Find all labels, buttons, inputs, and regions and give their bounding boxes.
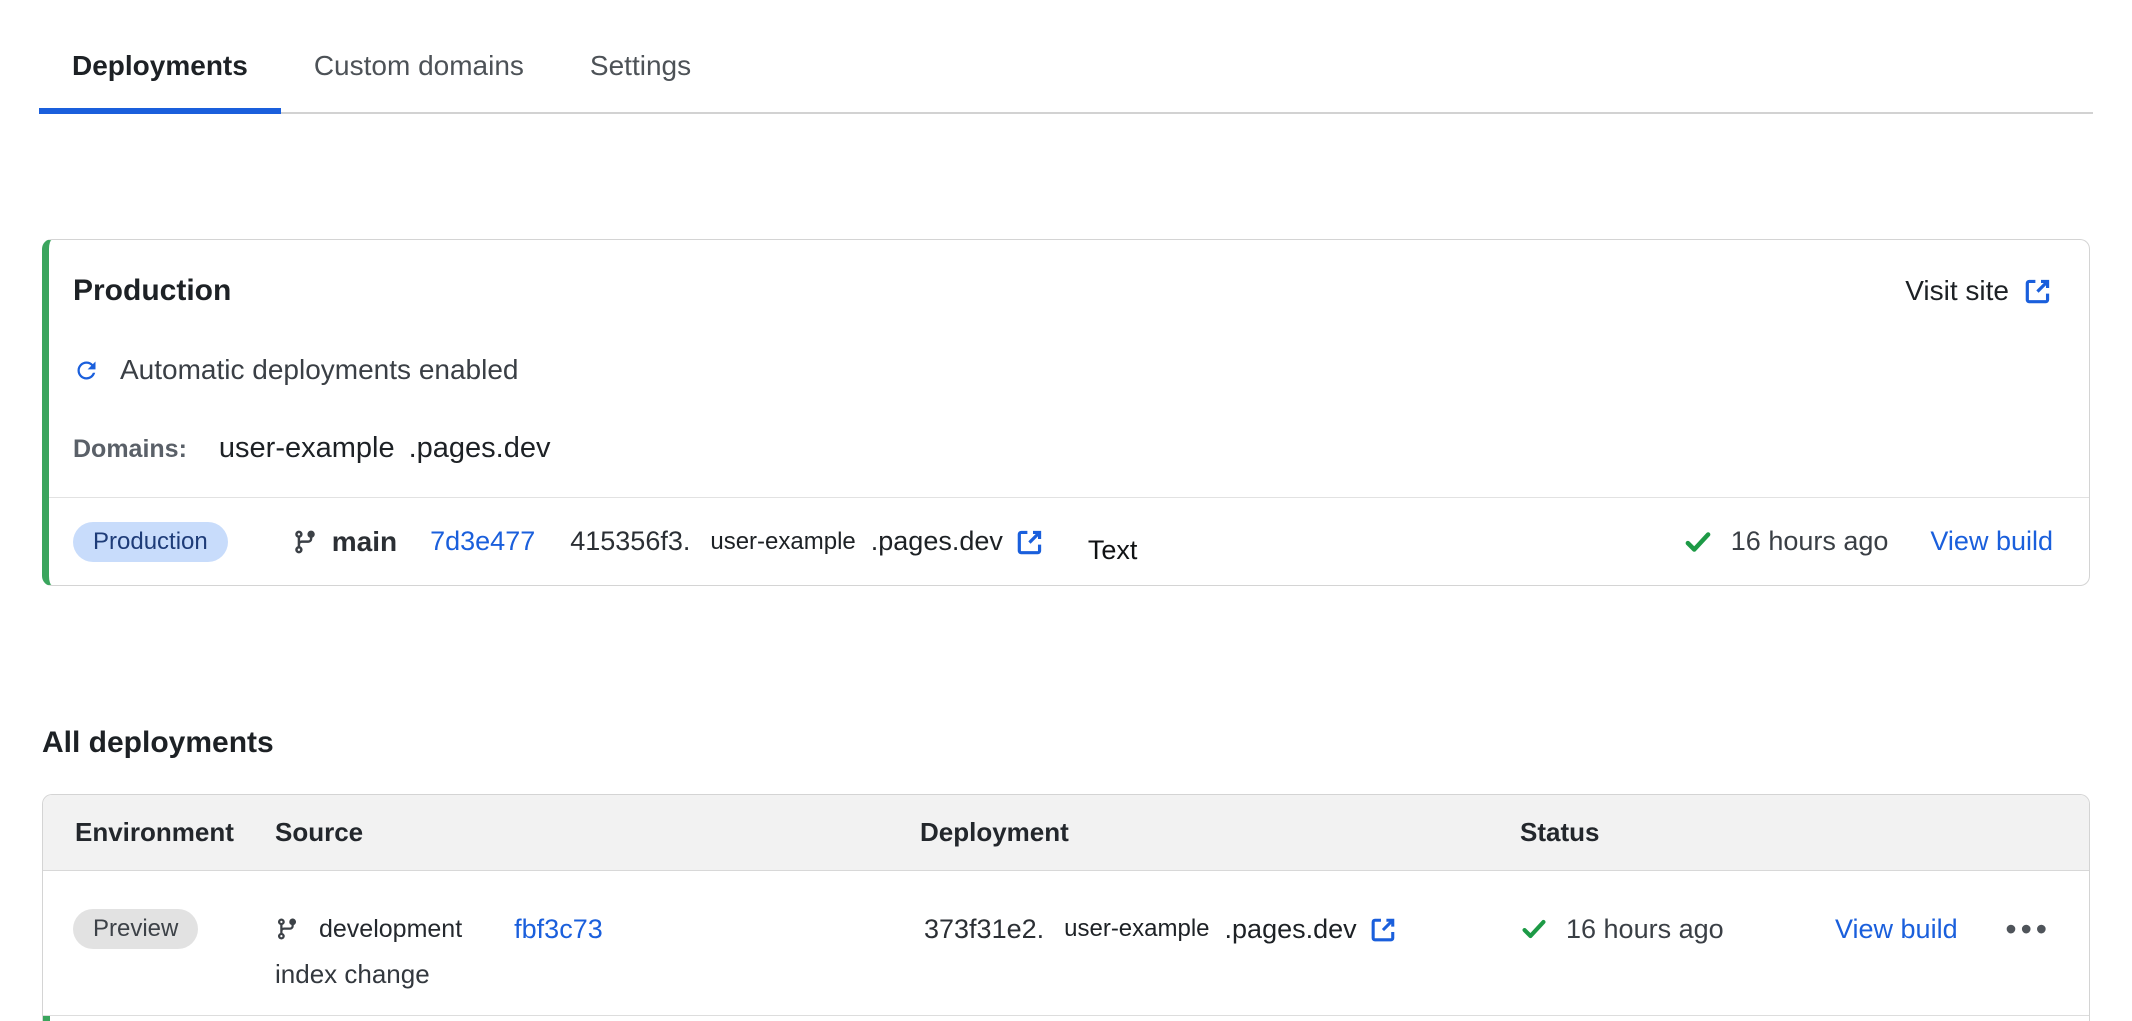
environment-badge: Preview xyxy=(73,909,198,949)
deployment-url-link[interactable] xyxy=(1015,527,1045,557)
domain-name: user-example xyxy=(219,432,395,465)
row-divider xyxy=(43,1015,2089,1021)
git-branch-icon xyxy=(275,917,299,941)
domains-label: Domains: xyxy=(73,435,187,464)
deploy-time: 16 hours ago xyxy=(1731,526,1889,557)
column-header-deployment: Deployment xyxy=(920,817,1520,848)
deployments-table: Environment Source Deployment Status Pre… xyxy=(42,794,2090,1021)
column-header-environment: Environment xyxy=(43,817,275,848)
next-row-accent xyxy=(43,1016,50,1021)
success-check-icon xyxy=(1683,527,1713,557)
deployment-url-link[interactable] xyxy=(1369,915,1398,944)
deployment-id: 373f31e2. xyxy=(924,914,1044,945)
deploy-time: 16 hours ago xyxy=(1566,914,1724,945)
refresh-icon xyxy=(73,357,100,384)
more-actions-button[interactable]: ••• xyxy=(2005,909,2051,949)
deployment-domain-suffix: .pages.dev xyxy=(871,526,1003,557)
tab-deployments[interactable]: Deployments xyxy=(39,0,281,112)
all-deployments-title: All deployments xyxy=(42,725,2090,761)
column-header-source: Source xyxy=(275,817,920,848)
tab-custom-domains[interactable]: Custom domains xyxy=(281,0,557,112)
deployment-domain: user-example xyxy=(710,528,855,556)
table-header: Environment Source Deployment Status xyxy=(43,795,2089,871)
visit-site-link[interactable]: Visit site xyxy=(1905,275,2053,307)
deployment-domain-suffix: .pages.dev xyxy=(1225,914,1357,945)
external-link-icon xyxy=(1369,915,1398,944)
tab-bar: Deployments Custom domains Settings xyxy=(39,0,2093,114)
branch-name: development xyxy=(319,915,462,944)
external-link-icon xyxy=(2023,276,2053,306)
external-link-icon xyxy=(1015,527,1045,557)
production-card: Production Visit site Automatic deploym xyxy=(42,239,2090,586)
commit-link[interactable]: 7d3e477 xyxy=(430,526,535,557)
annotation-text: Text xyxy=(1088,535,1138,566)
deployment-domain: user-example xyxy=(1064,915,1209,943)
view-build-link[interactable]: View build xyxy=(1930,526,2053,557)
view-build-link[interactable]: View build xyxy=(1835,914,1958,945)
production-card-title: Production xyxy=(73,272,231,310)
production-deployment-row: Production main 7d3e477 415356f3. user-e… xyxy=(49,497,2089,585)
tab-settings[interactable]: Settings xyxy=(557,0,724,112)
deployment-id: 415356f3. xyxy=(570,526,690,557)
visit-site-label: Visit site xyxy=(1905,275,2009,307)
environment-badge: Production xyxy=(73,522,228,562)
git-branch-icon xyxy=(292,529,318,555)
branch-name: main xyxy=(332,526,397,558)
auto-deployments-text: Automatic deployments enabled xyxy=(120,354,518,386)
commit-message: index change xyxy=(275,959,920,990)
domain-suffix: .pages.dev xyxy=(409,432,551,465)
table-row: Preview development fbf3c73 index change… xyxy=(43,871,2089,1015)
commit-link[interactable]: fbf3c73 xyxy=(514,914,603,945)
column-header-status: Status xyxy=(1520,817,2089,848)
success-check-icon xyxy=(1520,915,1548,943)
